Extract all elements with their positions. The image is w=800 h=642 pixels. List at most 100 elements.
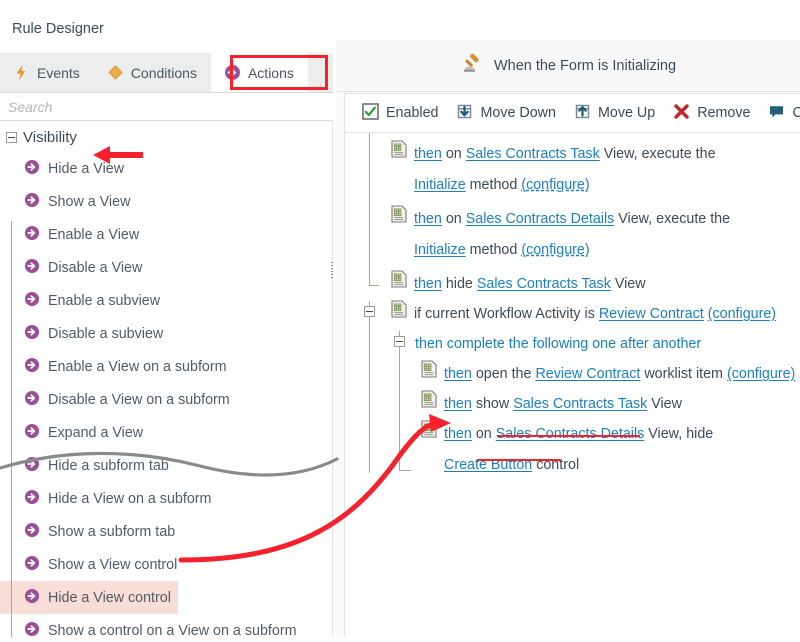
red-x-icon bbox=[673, 103, 690, 124]
view-link[interactable]: Sales Contracts Details bbox=[466, 211, 615, 227]
action-item-enable-a-view-on-a-subform[interactable]: Enable a View on a subform bbox=[0, 350, 332, 383]
rule-node-text: then on Sales Contracts Details View, hi… bbox=[444, 419, 744, 481]
pane-splitter[interactable] bbox=[328, 122, 336, 642]
worklist-link[interactable]: Review Contract bbox=[535, 366, 640, 382]
rule-header: When the Form is Initializing bbox=[336, 40, 800, 92]
node-word: method bbox=[469, 242, 518, 258]
node-word: View, execute the bbox=[618, 211, 731, 227]
document-icon bbox=[391, 270, 407, 291]
action-item-hide-a-view-control[interactable]: Hide a View control bbox=[0, 581, 178, 614]
node-word: on bbox=[475, 426, 492, 442]
arrow-circle-icon bbox=[24, 324, 40, 343]
document-icon bbox=[421, 360, 437, 381]
action-group-visibility[interactable]: Visibility bbox=[0, 122, 332, 152]
rule-node[interactable]: then show Sales Contracts Task View bbox=[421, 389, 682, 420]
collapse-icon[interactable] bbox=[364, 306, 375, 317]
action-item-show-a-view[interactable]: Show a View bbox=[0, 185, 332, 218]
action-item-label: Enable a View bbox=[48, 226, 140, 243]
action-item-show-a-control-on-a-view-on-a-subform[interactable]: Show a control on a View on a subform bbox=[0, 614, 332, 637]
tab-events[interactable]: Events bbox=[0, 53, 94, 92]
action-item-enable-a-subview[interactable]: Enable a subview bbox=[0, 284, 332, 317]
configure-link[interactable]: (configure) bbox=[708, 306, 776, 322]
then-link[interactable]: then bbox=[414, 146, 442, 162]
action-item-expand-a-view[interactable]: Expand a View bbox=[0, 416, 332, 449]
action-list[interactable]: Visibility Hide a View Show a View Enable … bbox=[0, 122, 333, 637]
rule-node[interactable]: then on Sales Contracts Task View, execu… bbox=[391, 139, 754, 201]
action-group-label: Visibility bbox=[23, 128, 77, 146]
action-item-label: Show a subform tab bbox=[48, 523, 176, 540]
action-item-disable-a-view[interactable]: Disable a View bbox=[0, 251, 332, 284]
method-link[interactable]: Initialize bbox=[414, 177, 466, 193]
rule-node-text: then hide Sales Contracts Task View bbox=[414, 269, 646, 300]
gavel-icon bbox=[460, 53, 482, 78]
node-word: open the bbox=[475, 366, 532, 382]
activity-link[interactable]: Review Contract bbox=[599, 306, 704, 322]
action-item-show-a-subform-tab[interactable]: Show a subform tab bbox=[0, 515, 332, 548]
then-link[interactable]: then bbox=[414, 276, 442, 292]
rule-designer-window: Rule Designer Events Conditions Actions … bbox=[0, 0, 800, 637]
action-item-label: Hide a View control bbox=[48, 589, 171, 606]
view-link[interactable]: Sales Contracts Task bbox=[477, 276, 611, 292]
then-link[interactable]: then bbox=[444, 426, 472, 442]
node-word: View, bbox=[648, 426, 683, 442]
collapse-icon[interactable] bbox=[394, 336, 405, 347]
configure-link[interactable]: (configure) bbox=[521, 242, 589, 258]
rule-node-text: then on Sales Contracts Details View, ex… bbox=[414, 204, 754, 266]
comment-button[interactable]: Comment bbox=[759, 94, 800, 132]
actions-pane: Events Conditions Actions Search Visibil… bbox=[0, 53, 333, 637]
arrow-circle-icon bbox=[24, 291, 40, 310]
document-icon bbox=[391, 300, 407, 321]
remove-label: Remove bbox=[697, 105, 751, 121]
then-link[interactable]: then bbox=[444, 366, 472, 382]
comment-icon bbox=[768, 103, 785, 124]
then-link[interactable]: then bbox=[414, 211, 442, 227]
rule-node[interactable]: if current Workflow Activity is Review C… bbox=[391, 299, 776, 330]
action-item-hide-a-subform-tab[interactable]: Hide a subform tab bbox=[0, 449, 332, 482]
rule-node[interactable]: then on Sales Contracts Details View, ex… bbox=[391, 204, 754, 266]
collapse-icon[interactable] bbox=[6, 131, 17, 143]
arrow-circle-icon bbox=[24, 423, 40, 442]
enabled-checkbox[interactable]: Enabled bbox=[353, 94, 447, 132]
configure-link[interactable]: (configure) bbox=[521, 177, 589, 193]
rule-tree[interactable]: then on Sales Contracts Task View, execu… bbox=[344, 133, 800, 637]
document-icon bbox=[391, 140, 407, 161]
view-link[interactable]: Sales Contracts Details bbox=[496, 426, 645, 442]
action-item-label: Disable a View on a subform bbox=[48, 391, 230, 408]
action-item-disable-a-view-on-a-subform[interactable]: Disable a View on a subform bbox=[0, 383, 332, 416]
action-item-enable-a-view[interactable]: Enable a View bbox=[0, 218, 332, 251]
then-link[interactable]: then bbox=[444, 396, 472, 412]
tab-conditions[interactable]: Conditions bbox=[94, 53, 211, 92]
action-item-label: Hide a View bbox=[48, 160, 125, 177]
rule-node[interactable]: then open the Review Contract worklist i… bbox=[421, 359, 795, 390]
action-item-disable-a-subview[interactable]: Disable a subview bbox=[0, 317, 332, 350]
arrow-circle-icon bbox=[24, 489, 40, 508]
action-item-hide-a-view[interactable]: Hide a View bbox=[0, 152, 332, 185]
rule-node[interactable]: then on Sales Contracts Details View, hi… bbox=[421, 419, 744, 481]
tree-guide-line bbox=[369, 285, 379, 286]
node-word: method bbox=[469, 177, 518, 193]
red-underline-annotation bbox=[497, 435, 640, 437]
enabled-label: Enabled bbox=[386, 105, 439, 121]
action-item-label: Enable a View on a subform bbox=[48, 358, 227, 375]
view-link[interactable]: Sales Contracts Task bbox=[513, 396, 647, 412]
actions-tab-highlight-annotation bbox=[230, 55, 328, 90]
action-item-hide-a-view-on-a-subform[interactable]: Hide a View on a subform bbox=[0, 482, 332, 515]
action-item-label: Show a View bbox=[48, 193, 131, 210]
bolt-icon bbox=[13, 64, 30, 81]
remove-button[interactable]: Remove bbox=[664, 94, 759, 132]
rule-title: When the Form is Initializing bbox=[493, 57, 677, 74]
view-link[interactable]: Sales Contracts Task bbox=[466, 146, 600, 162]
document-icon bbox=[421, 420, 437, 441]
node-word: if current Workflow Activity is bbox=[414, 306, 595, 322]
configure-link[interactable]: (configure) bbox=[727, 366, 795, 382]
search-input[interactable] bbox=[0, 93, 333, 120]
method-link[interactable]: Initialize bbox=[414, 242, 466, 258]
rule-node[interactable]: then complete the following one after an… bbox=[415, 329, 701, 360]
splitter-grip-icon bbox=[331, 262, 333, 280]
move-up-button[interactable]: Move Up bbox=[565, 94, 664, 132]
move-up-label: Move Up bbox=[597, 105, 656, 121]
action-item-show-a-view-control[interactable]: Show a View control bbox=[0, 548, 332, 581]
rule-node[interactable]: then hide Sales Contracts Task View bbox=[391, 269, 646, 300]
move-down-button[interactable]: Move Down bbox=[447, 94, 565, 132]
tab-events-label: Events bbox=[37, 64, 80, 81]
